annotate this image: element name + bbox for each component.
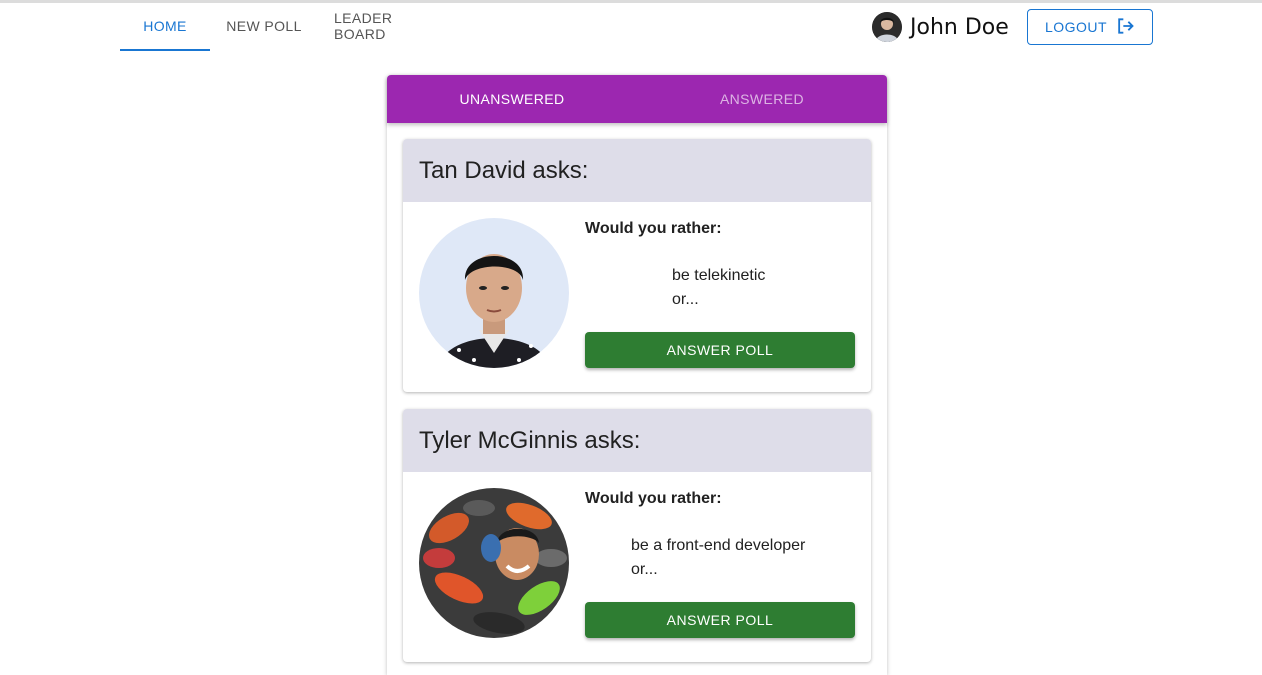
answer-poll-button[interactable]: ANSWER POLL [585,332,855,368]
user-avatar [872,12,902,42]
or-text: or... [672,291,699,308]
question-body: Would you rather: be a front-end develop… [403,472,871,662]
or-text: or... [631,561,658,578]
question-tabs: UNANSWERED ANSWERED [387,75,887,123]
question-options: be a front-end developer or... [631,534,805,582]
question-prompt: Would you rather: [585,220,722,237]
question-prompt: Would you rather: [585,490,722,507]
tab-answered[interactable]: ANSWERED [637,75,887,123]
user-name: John Doe [910,14,1009,40]
question-author-heading: Tan David asks: [403,139,871,202]
author-avatar [419,488,569,638]
question-author-heading: Tyler McGinnis asks: [403,409,871,472]
nav-tab-leader-board[interactable]: LEADER BOARD [318,3,464,49]
nav-tab-home[interactable]: HOME [120,3,210,51]
question-options: be telekinetic or... [672,264,765,312]
user-info: John Doe [872,9,1009,45]
author-avatar [419,218,569,368]
option-one-text: be a front-end developer [631,537,806,554]
main-nav: HOME NEW POLL LEADER BOARD [120,3,464,51]
logout-button[interactable]: LOGOUT [1027,9,1153,45]
question-body: Would you rather: be telekinetic or... A… [403,202,871,392]
question-card: Tan David asks: Would you rather: be tel… [403,139,871,392]
question-card: Tyler McGinnis asks: Would you rather: b… [403,409,871,662]
logout-label: LOGOUT [1044,19,1108,35]
questions-panel: UNANSWERED ANSWERED Tan David asks: Woul… [387,75,887,675]
answer-poll-button[interactable]: ANSWER POLL [585,602,855,638]
option-one-text: be telekinetic [672,267,766,284]
logout-icon [1107,16,1135,39]
nav-tab-new-poll[interactable]: NEW POLL [210,3,318,49]
tab-unanswered[interactable]: UNANSWERED [387,75,637,123]
